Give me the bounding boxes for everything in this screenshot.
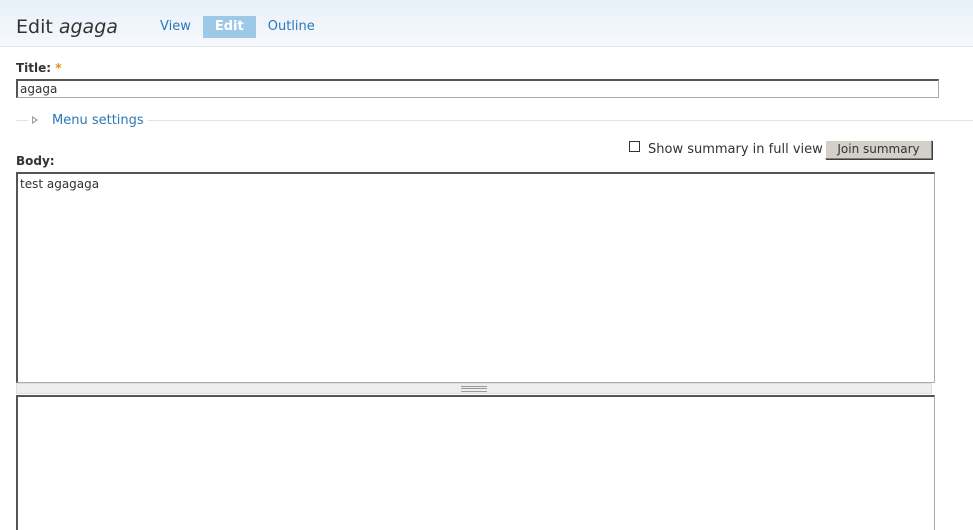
textarea-resize-handle[interactable] xyxy=(16,383,932,394)
menu-settings-link[interactable]: Menu settings xyxy=(52,113,144,128)
secondary-textarea[interactable] xyxy=(16,395,935,530)
page-title-prefix: Edit xyxy=(16,16,59,38)
show-summary-checkbox[interactable] xyxy=(629,141,640,152)
page-title: Edit agaga xyxy=(16,15,118,39)
show-summary-toggle[interactable]: Show summary in full view xyxy=(629,141,823,157)
tab-edit[interactable]: Edit xyxy=(202,16,256,38)
required-marker: * xyxy=(55,61,62,75)
tab-view[interactable]: View xyxy=(150,16,201,38)
primary-tabs: View Edit Outline xyxy=(150,16,325,38)
body-label: Body: xyxy=(16,154,55,168)
title-label-text: Title: xyxy=(16,61,52,75)
collapse-triangle-icon xyxy=(32,116,38,124)
page-header: Edit agaga View Edit Outline xyxy=(0,0,973,47)
grip-icon xyxy=(461,386,487,392)
menu-settings-toggle[interactable]: Menu settings xyxy=(28,112,148,128)
body-textarea[interactable]: test agagaga xyxy=(16,172,935,383)
title-label: Title: * xyxy=(16,61,62,75)
tab-outline[interactable]: Outline xyxy=(258,16,325,38)
show-summary-label: Show summary in full view xyxy=(648,142,823,157)
join-summary-button[interactable]: Join summary xyxy=(825,140,932,159)
edit-node-page: Edit agaga View Edit Outline Title: * Me… xyxy=(0,0,973,530)
title-input[interactable] xyxy=(16,79,939,98)
menu-settings-divider xyxy=(16,120,973,121)
page-title-node: agaga xyxy=(58,16,118,38)
